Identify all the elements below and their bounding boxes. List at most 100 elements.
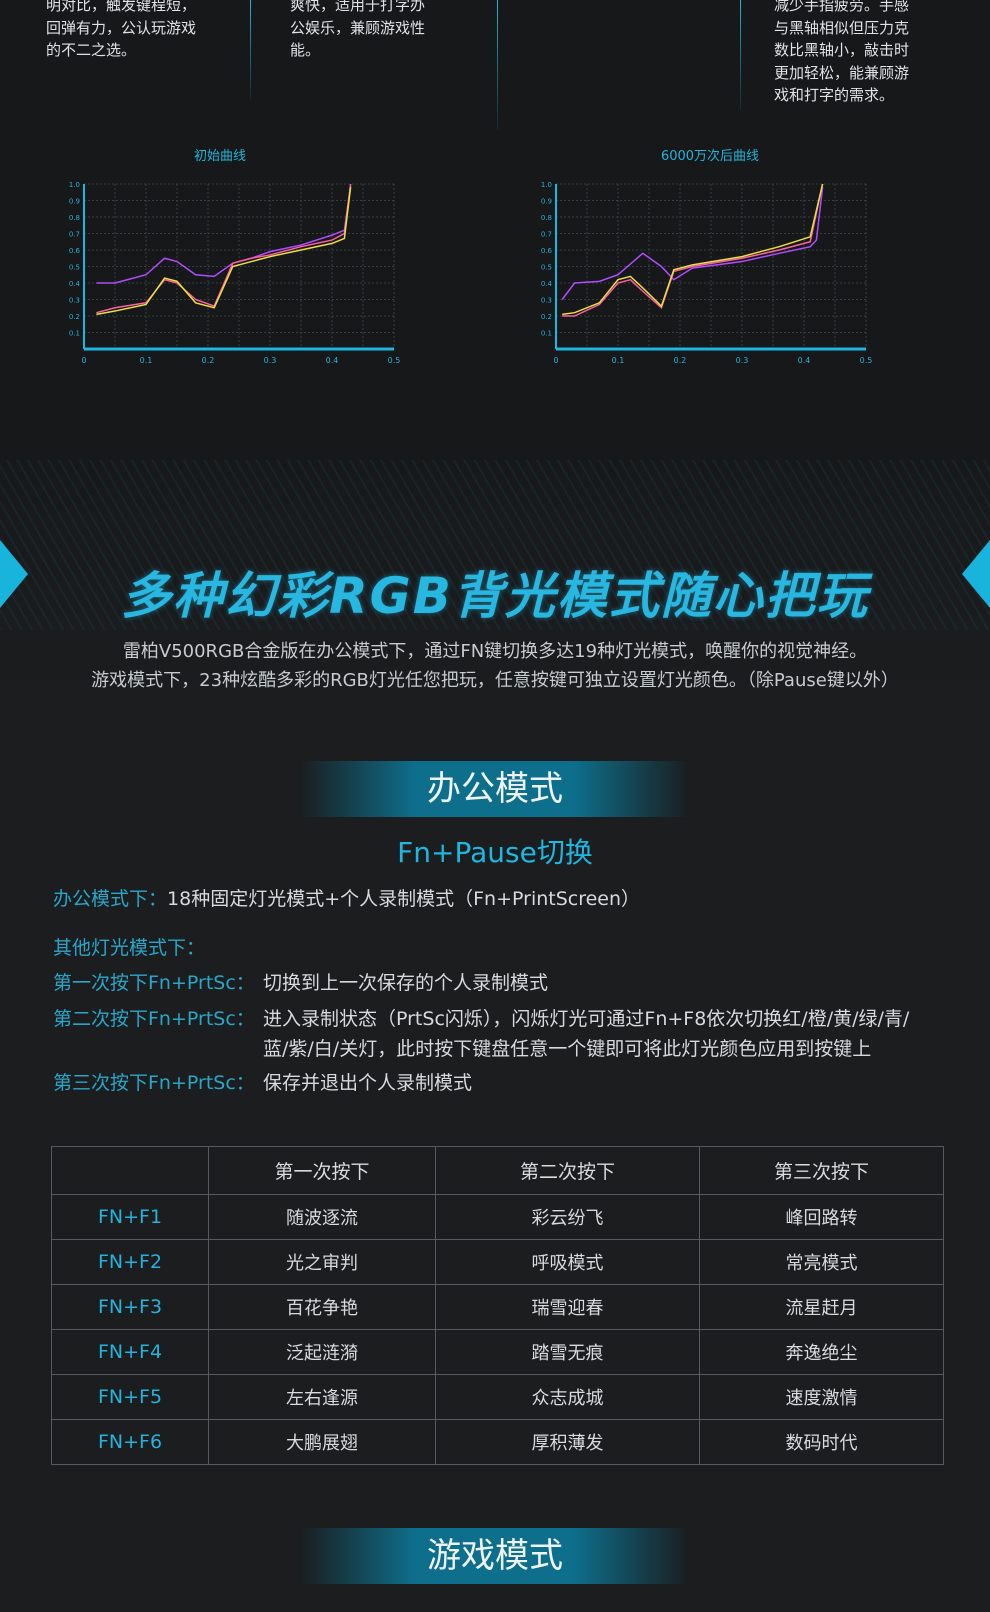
x-tick-label: 0.3 bbox=[264, 356, 277, 365]
step-2: 第二次按下Fn+PrtSc： 进入录制状态（PrtSc闪烁），闪烁灯光可通过Fn+… bbox=[53, 1004, 909, 1034]
table-row: FN+F4 泛起涟漪 踏雪无痕 奔逸绝尘 bbox=[51, 1329, 944, 1375]
table-row: FN+F2 光之审判 呼吸模式 常亮模式 bbox=[51, 1239, 944, 1285]
table-key-cell: FN+F2 bbox=[51, 1239, 209, 1285]
y-tick-label: 0.5 bbox=[541, 264, 552, 272]
switch-desc-3: 减少手指疲劳。手感 与黑轴相似但压力克 数比黑轴小，敲击时 更加轻松，能兼顾游 … bbox=[774, 0, 910, 104]
table-cell: 呼吸模式 bbox=[435, 1239, 700, 1285]
step-3: 第三次按下Fn+PrtSc： 保存并退出个人录制模式 bbox=[53, 1068, 472, 1098]
table-cell: 踏雪无痕 bbox=[435, 1329, 700, 1375]
table-header-cell bbox=[51, 1146, 209, 1195]
x-tick-label: 0.3 bbox=[736, 356, 749, 365]
table-cell: 瑞雪迎春 bbox=[435, 1284, 700, 1330]
y-tick-label: 0.3 bbox=[541, 297, 552, 305]
table-cell: 泛起涟漪 bbox=[208, 1329, 436, 1375]
series-line-1 bbox=[96, 183, 352, 314]
x-tick-label: 0.1 bbox=[612, 356, 625, 365]
y-tick-label: 0.2 bbox=[541, 313, 552, 321]
y-tick-label: 0.1 bbox=[69, 330, 80, 338]
switch-desc-1: 明对比，触发键程短， 回弹有力，公认玩游戏 的不二之选。 bbox=[46, 0, 197, 59]
x-tick-label: 0.4 bbox=[326, 356, 339, 365]
step-1: 第一次按下Fn+PrtSc： 切换到上一次保存的个人录制模式 bbox=[53, 968, 548, 998]
rgb-headline: 多种幻彩RGB背光模式随心把玩 bbox=[121, 567, 869, 625]
table-cell: 厚积薄发 bbox=[435, 1419, 700, 1465]
table-header-cell: 第三次按下 bbox=[699, 1146, 944, 1195]
y-tick-label: 0.7 bbox=[69, 231, 80, 239]
game-mode-title: 游戏模式 bbox=[300, 1528, 690, 1584]
divider-line bbox=[250, 0, 251, 100]
chart-title-initial: 初始曲线 bbox=[193, 149, 246, 164]
switch-desc-2: 爽快，适用于打字办 公娱乐，兼顾游戏性 能。 bbox=[290, 0, 426, 59]
step-1-key: 第一次按下Fn+PrtSc： bbox=[53, 972, 255, 994]
chart-title-after: 6000万次后曲线 bbox=[660, 149, 760, 164]
table-cell: 奔逸绝尘 bbox=[699, 1329, 944, 1375]
y-tick-label: 0.8 bbox=[541, 214, 552, 222]
table-cell: 百花争艳 bbox=[208, 1284, 436, 1330]
y-tick-label: 0.6 bbox=[69, 247, 81, 255]
office-mode-summary: 办公模式下：18种固定灯光模式+个人录制模式（Fn+PrintScreen） bbox=[53, 884, 640, 911]
intro-line-2: 游戏模式下，23种炫酷多彩的RGB灯光任您把玩，任意按键可独立设置灯光颜色。（除… bbox=[91, 670, 899, 691]
table-cell: 随波逐流 bbox=[208, 1194, 436, 1240]
y-tick-label: 0.4 bbox=[69, 280, 81, 288]
office-mode-value: 18种固定灯光模式+个人录制模式（Fn+PrintScreen） bbox=[167, 888, 641, 910]
table-row: FN+F3 百花争艳 瑞雪迎春 流星赶月 bbox=[51, 1284, 944, 1330]
table-cell: 峰回路转 bbox=[699, 1194, 944, 1240]
table-key-cell: FN+F1 bbox=[51, 1194, 209, 1240]
step-2-cont: 蓝/紫/白/关灯，此时按下键盘任意一个键即可将此灯光颜色应用到按键上 bbox=[263, 1038, 872, 1060]
y-tick-label: 0.3 bbox=[69, 297, 80, 305]
x-tick-label: 0.5 bbox=[388, 356, 401, 365]
y-tick-label: 1.0 bbox=[541, 181, 552, 189]
table-key-cell: FN+F6 bbox=[51, 1419, 209, 1465]
x-tick-label: 0.5 bbox=[860, 356, 873, 365]
y-tick-label: 0.5 bbox=[69, 264, 80, 272]
x-tick-label: 0.4 bbox=[798, 356, 811, 365]
y-tick-label: 0.1 bbox=[541, 330, 552, 338]
chart-after: 0.1 0.2 0.3 0.4 0.5 0.6 0.7 0.8 0.9 1.0 0 0.1 0.2 0.3… bbox=[541, 181, 873, 365]
y-tick-label: 0.4 bbox=[541, 280, 553, 288]
table-header-cell: 第一次按下 bbox=[208, 1146, 436, 1195]
y-tick-label: 0.9 bbox=[69, 198, 80, 206]
table-cell: 左右逢源 bbox=[208, 1374, 436, 1420]
intro-line-1: 雷柏V500RGB合金版在办公模式下，通过FN键切换多达19种灯光模式，唤醒你的… bbox=[122, 641, 868, 662]
y-tick-label: 0.6 bbox=[541, 247, 553, 255]
table-cell: 流星赶月 bbox=[699, 1284, 944, 1330]
table-header-row: 第一次按下 第二次按下 第三次按下 bbox=[51, 1146, 944, 1195]
table-cell: 常亮模式 bbox=[699, 1239, 944, 1285]
chart-initial: 0.1 0.2 0.3 0.4 0.5 0.6 0.7 0.8 0.9 1.0 0 0.1 0.2 0.3… bbox=[69, 181, 401, 365]
table-key-cell: FN+F5 bbox=[51, 1374, 209, 1420]
x-tick-label: 0 bbox=[81, 356, 86, 365]
table-key-cell: FN+F4 bbox=[51, 1329, 209, 1375]
series-line-2 bbox=[96, 187, 352, 316]
y-tick-label: 0.7 bbox=[541, 231, 552, 239]
table-cell: 光之审判 bbox=[208, 1239, 436, 1285]
step-2-key: 第二次按下Fn+PrtSc： bbox=[53, 1008, 255, 1030]
table-cell: 速度激情 bbox=[699, 1374, 944, 1420]
table-row: FN+F1 随波逐流 彩云纷飞 峰回路转 bbox=[51, 1194, 944, 1240]
divider-line bbox=[740, 0, 741, 110]
table-key-cell: FN+F3 bbox=[51, 1284, 209, 1330]
table-row: FN+F6 大鹏展翅 厚积薄发 数码时代 bbox=[51, 1419, 944, 1465]
other-light-label: 其他灯光模式下： bbox=[53, 937, 206, 959]
x-tick-label: 0.2 bbox=[674, 356, 687, 365]
y-tick-label: 1.0 bbox=[69, 181, 80, 189]
y-tick-label: 0.8 bbox=[69, 214, 80, 222]
x-tick-label: 0.1 bbox=[140, 356, 153, 365]
table-cell: 大鹏展翅 bbox=[208, 1419, 436, 1465]
table-cell: 数码时代 bbox=[699, 1419, 944, 1465]
table-cell: 彩云纷飞 bbox=[435, 1194, 700, 1240]
office-switch-shortcut: Fn+Pause切换 bbox=[397, 836, 593, 869]
table-cell: 众志成城 bbox=[435, 1374, 700, 1420]
y-tick-label: 0.9 bbox=[541, 198, 552, 206]
table-row: FN+F5 左右逢源 众志成城 速度激情 bbox=[51, 1374, 944, 1420]
step-2-value: 进入录制状态（PrtSc闪烁），闪烁灯光可通过Fn+F8依次切换红/橙/黄/绿/… bbox=[263, 1008, 910, 1030]
step-3-value: 保存并退出个人录制模式 bbox=[263, 1072, 473, 1094]
light-mode-table: 第一次按下 第二次按下 第三次按下 FN+F1 随波逐流 彩云纷飞 峰回路转 F… bbox=[51, 1146, 944, 1465]
x-tick-label: 0.2 bbox=[202, 356, 215, 365]
office-mode-label: 办公模式下： bbox=[53, 888, 168, 910]
office-mode-title: 办公模式 bbox=[300, 761, 690, 817]
x-tick-label: 0 bbox=[553, 356, 558, 365]
table-header-cell: 第二次按下 bbox=[435, 1146, 700, 1195]
divider-line bbox=[497, 0, 498, 130]
step-3-key: 第三次按下Fn+PrtSc： bbox=[53, 1072, 255, 1094]
y-tick-label: 0.2 bbox=[69, 313, 80, 321]
step-1-value: 切换到上一次保存的个人录制模式 bbox=[263, 972, 549, 994]
